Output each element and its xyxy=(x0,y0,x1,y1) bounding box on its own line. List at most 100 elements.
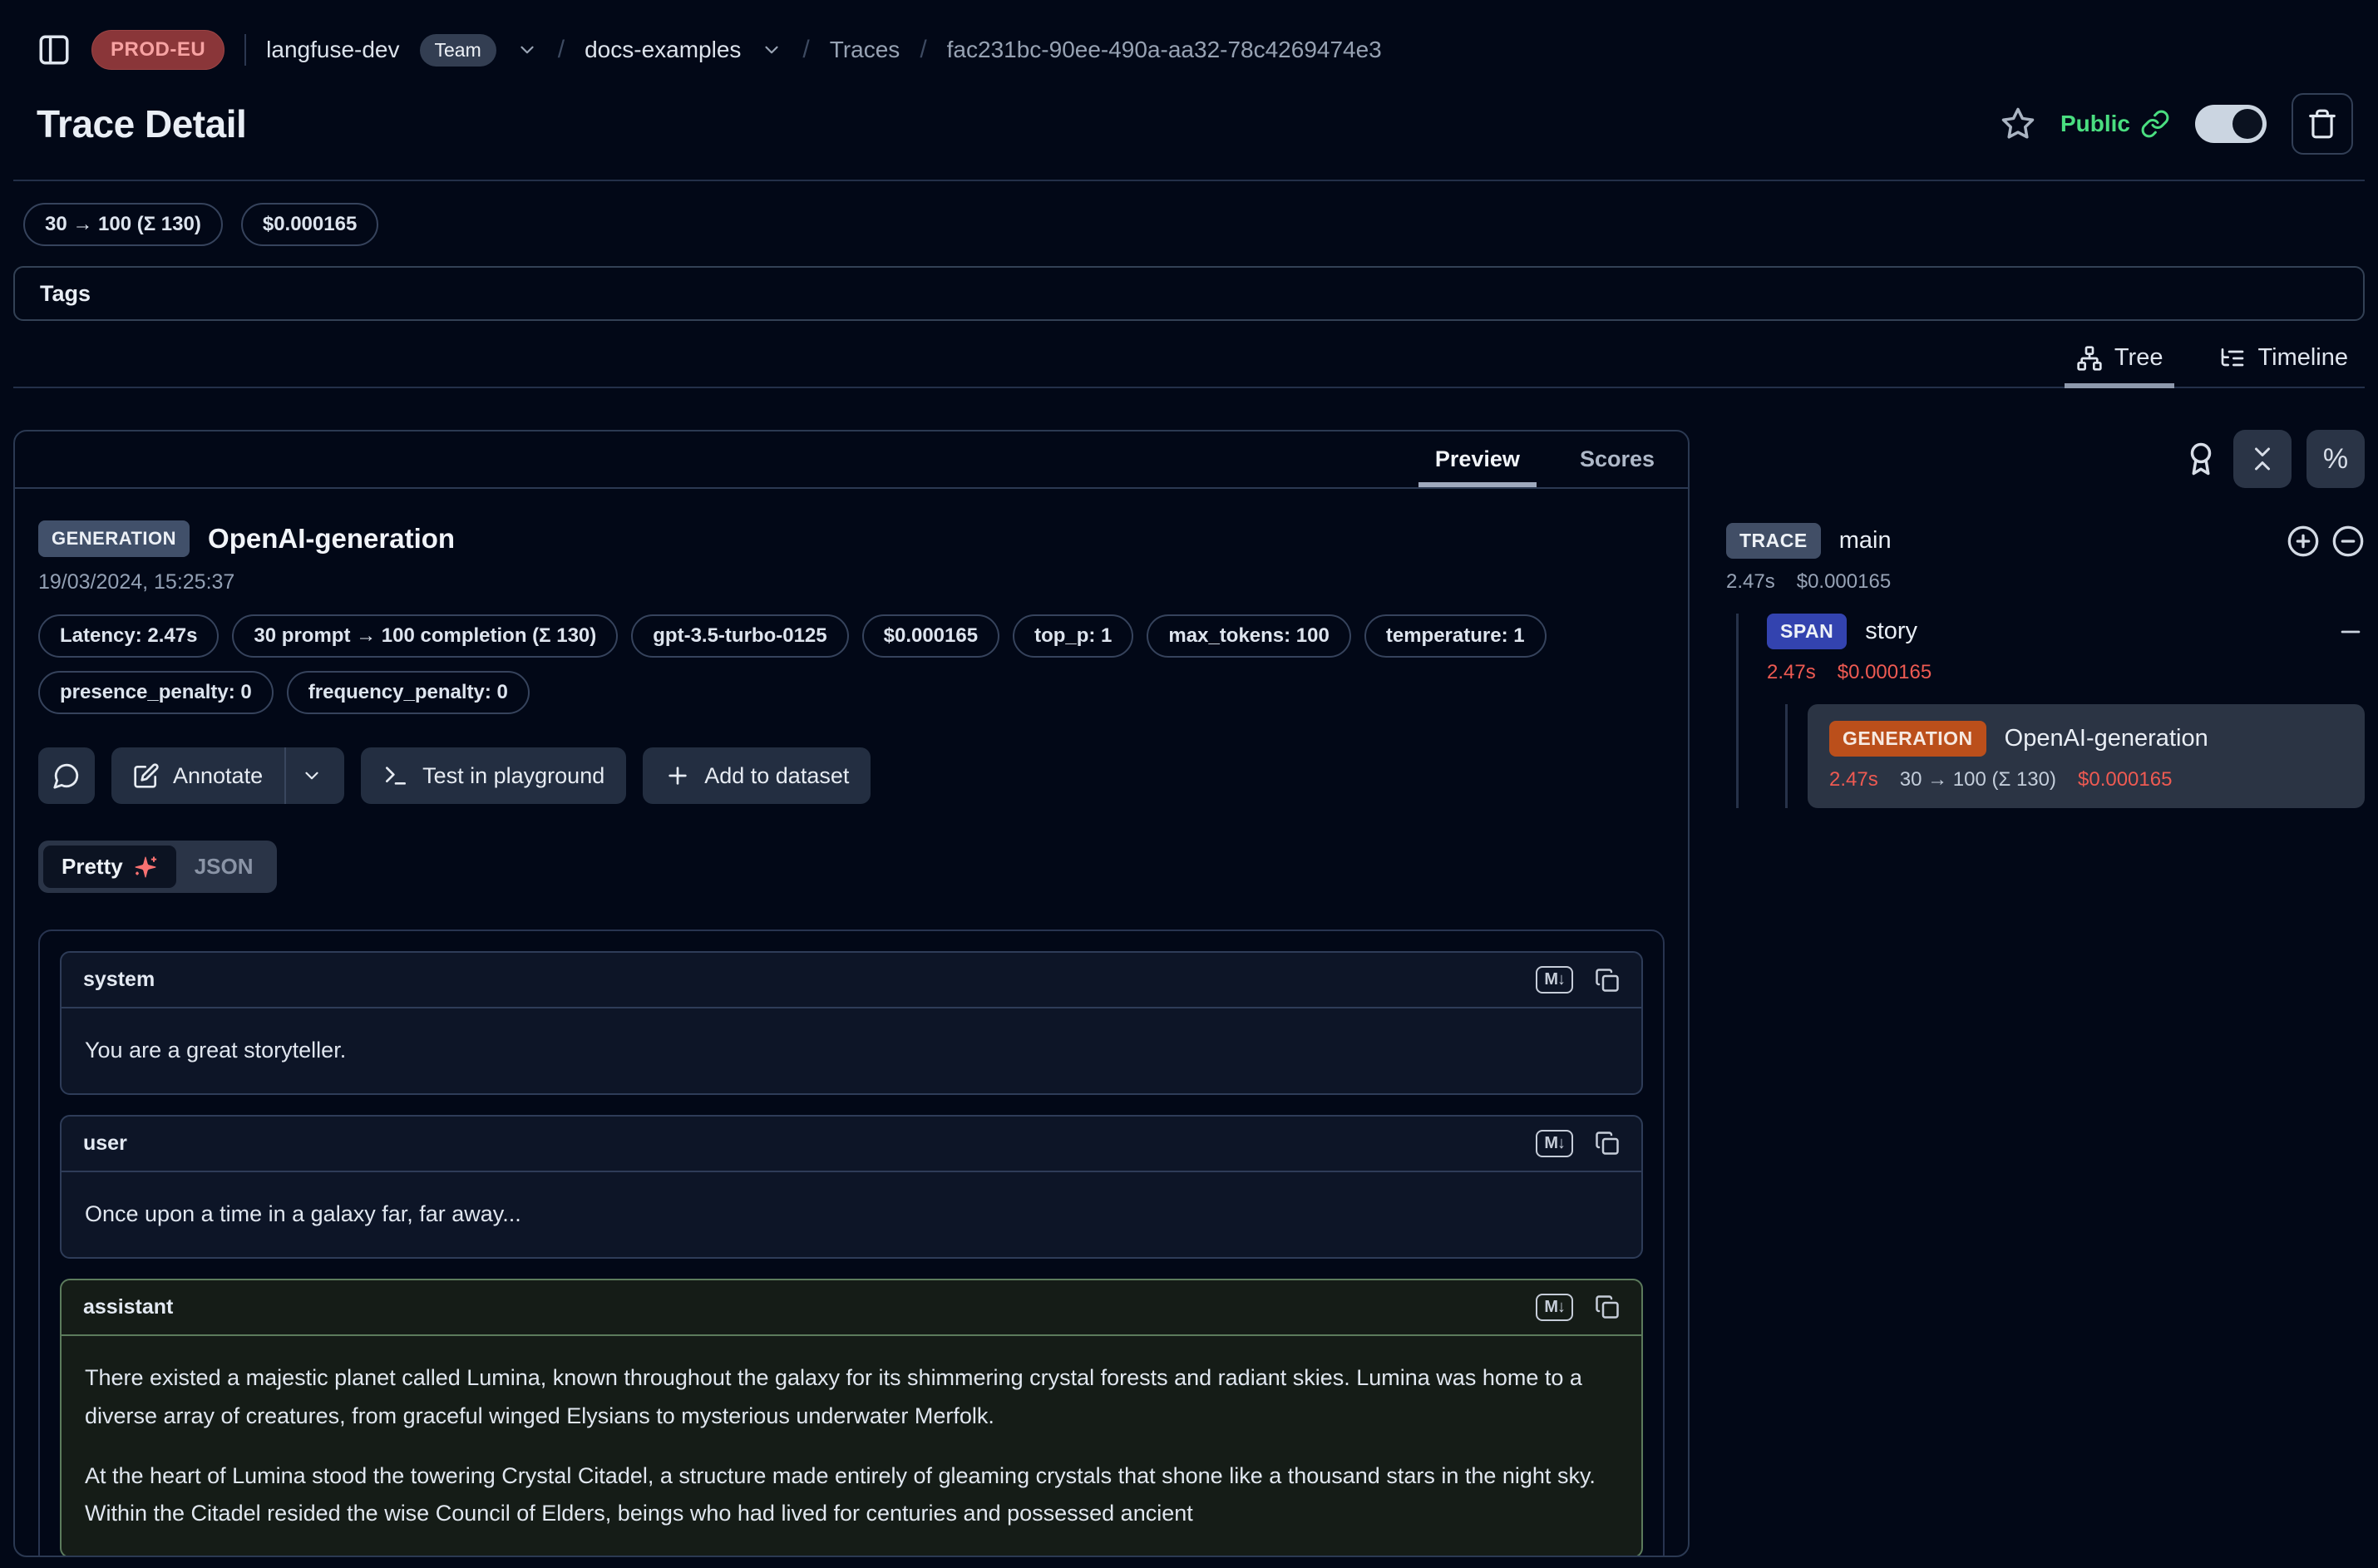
panel-tabs: Preview Scores xyxy=(15,431,1688,489)
trace-tree-panel: % TRACE main 2.47s $0.000165 xyxy=(1726,430,2365,808)
trace-metrics: 2.47s $0.000165 xyxy=(1726,570,2365,594)
org-type-badge[interactable]: Team xyxy=(420,34,496,67)
tree-node-generation-selected[interactable]: GENERATION OpenAI-generation 2.47s 30 → … xyxy=(1808,704,2365,808)
pretty-label: Pretty xyxy=(62,854,123,880)
trace-children: SPAN story 2.47s $0.000165 GENERATION Op… xyxy=(1736,614,2365,808)
breadcrumb-trace-id[interactable]: fac231bc-90ee-490a-aa32-78c4269474e3 xyxy=(947,37,1382,63)
toggle-knob xyxy=(2232,109,2262,139)
tree-icon xyxy=(2076,345,2103,372)
message-role: system xyxy=(83,968,155,992)
format-pretty[interactable]: Pretty xyxy=(43,846,176,888)
message-tools: M↓ xyxy=(1536,1130,1620,1157)
tab-timeline-label: Timeline xyxy=(2257,344,2348,372)
chevron-down-icon[interactable] xyxy=(516,39,538,61)
observation-timestamp: 19/03/2024, 15:25:37 xyxy=(38,570,1665,594)
public-label: Public xyxy=(2060,111,2130,137)
metrics-toggle-button[interactable]: % xyxy=(2306,430,2365,488)
breadcrumb-org[interactable]: langfuse-dev xyxy=(266,37,399,63)
tab-timeline[interactable]: Timeline xyxy=(2214,336,2353,387)
generation-tokens: 30 → 100 (Σ 130) xyxy=(1900,768,2056,791)
tree-zoom-controls xyxy=(2287,525,2365,558)
annotate-button[interactable]: Annotate xyxy=(111,747,344,804)
observation-panel: Preview Scores GENERATION OpenAI-generat… xyxy=(13,430,1690,1557)
action-buttons: Annotate Test in playground Add to datas… xyxy=(38,747,1665,804)
generation-name: OpenAI-generation xyxy=(2005,725,2208,752)
generation-latency: 2.47s xyxy=(1829,768,1878,791)
message-content: Once upon a time in a galaxy far, far aw… xyxy=(62,1172,1641,1257)
copy-icon[interactable] xyxy=(1595,1294,1620,1319)
trace-name: main xyxy=(1839,527,1892,555)
message-tools: M↓ xyxy=(1536,966,1620,994)
tab-preview[interactable]: Preview xyxy=(1427,431,1528,487)
markdown-toggle-icon[interactable]: M↓ xyxy=(1536,1294,1573,1321)
markdown-toggle-icon[interactable]: M↓ xyxy=(1536,966,1573,994)
playground-label: Test in playground xyxy=(422,763,604,789)
message-header: system M↓ xyxy=(62,953,1641,1008)
message-role: user xyxy=(83,1132,127,1156)
terminal-icon xyxy=(382,762,409,789)
copy-icon[interactable] xyxy=(1595,1131,1620,1156)
tree-node-trace[interactable]: TRACE main xyxy=(1726,523,2365,559)
collapse-all-button[interactable] xyxy=(2233,430,2292,488)
presence-penalty-badge: presence_penalty: 0 xyxy=(38,671,274,714)
trace-cost: $0.000165 xyxy=(1797,570,1891,594)
main-content: Preview Scores GENERATION OpenAI-generat… xyxy=(13,430,2365,1557)
span-metrics: 2.47s $0.000165 xyxy=(1767,661,2365,684)
breadcrumb: PROD-EU langfuse-dev Team / docs-example… xyxy=(13,25,2365,75)
cost-badge: $0.000165 xyxy=(862,614,999,658)
environment-badge: PROD-EU xyxy=(91,30,224,70)
tree-node-span[interactable]: SPAN story xyxy=(1767,614,2365,649)
trace-latency: 2.47s xyxy=(1726,570,1775,594)
chevron-down-icon[interactable] xyxy=(301,765,323,786)
playground-button[interactable]: Test in playground xyxy=(361,747,626,804)
public-toggle[interactable] xyxy=(2195,105,2267,143)
button-divider xyxy=(284,747,286,804)
award-icon[interactable] xyxy=(2183,441,2218,476)
model-badge: gpt-3.5-turbo-0125 xyxy=(631,614,848,658)
assistant-message: assistant M↓ There existed a majestic pl… xyxy=(60,1279,1643,1557)
comment-button[interactable] xyxy=(38,747,95,804)
chevrons-collapse-icon xyxy=(2247,444,2277,474)
chevron-down-icon[interactable] xyxy=(761,39,782,61)
tab-tree[interactable]: Tree xyxy=(2071,336,2168,387)
span-children: GENERATION OpenAI-generation 2.47s 30 → … xyxy=(1785,704,2365,808)
span-cost: $0.000165 xyxy=(1838,661,1932,684)
generation-metrics: 2.47s 30 → 100 (Σ 130) $0.000165 xyxy=(1829,768,2343,791)
frequency-penalty-badge: frequency_penalty: 0 xyxy=(287,671,530,714)
generation-cost: $0.000165 xyxy=(2078,768,2172,791)
page-title: Trace Detail xyxy=(37,101,246,146)
add-to-dataset-button[interactable]: Add to dataset xyxy=(643,747,871,804)
observation-title: OpenAI-generation xyxy=(208,523,455,555)
minus-circle-icon[interactable] xyxy=(2331,525,2365,558)
tab-scores[interactable]: Scores xyxy=(1571,431,1663,487)
message-content: There existed a majestic planet called L… xyxy=(62,1336,1641,1557)
title-actions: Public xyxy=(2001,93,2353,155)
add-to-dataset-label: Add to dataset xyxy=(704,763,849,789)
system-message: system M↓ You are a great storyteller. xyxy=(60,951,1643,1095)
tags-label: Tags xyxy=(40,281,91,307)
divider xyxy=(13,180,2365,181)
tags-box[interactable]: Tags xyxy=(13,266,2365,321)
public-link[interactable]: Public xyxy=(2060,109,2170,139)
message-tools: M↓ xyxy=(1536,1294,1620,1321)
breadcrumb-divider xyxy=(244,34,246,66)
delete-trace-button[interactable] xyxy=(2292,93,2353,155)
messages-container: system M↓ You are a great storyteller. xyxy=(38,929,1665,1557)
trace-detail-page: PROD-EU langfuse-dev Team / docs-example… xyxy=(0,0,2378,1568)
copy-icon[interactable] xyxy=(1595,968,1620,993)
breadcrumb-section[interactable]: Traces xyxy=(830,37,900,63)
trash-icon xyxy=(2306,108,2338,140)
star-icon[interactable] xyxy=(2001,106,2035,141)
token-usage-badge: 30 → 100 (Σ 130) xyxy=(23,203,223,246)
collapse-node-icon[interactable] xyxy=(2336,618,2365,646)
slash-separator: / xyxy=(920,36,926,64)
message-content: You are a great storyteller. xyxy=(62,1008,1641,1093)
panel-body: GENERATION OpenAI-generation 19/03/2024,… xyxy=(15,489,1688,1557)
markdown-toggle-icon[interactable]: M↓ xyxy=(1536,1130,1573,1157)
span-name: story xyxy=(1865,618,1917,645)
observation-badges: Latency: 2.47s 30 prompt → 100 completio… xyxy=(38,614,1665,714)
sidebar-toggle-icon[interactable] xyxy=(37,32,72,67)
breadcrumb-project[interactable]: docs-examples xyxy=(585,37,741,63)
plus-circle-icon[interactable] xyxy=(2287,525,2320,558)
format-json[interactable]: JSON xyxy=(176,846,272,888)
